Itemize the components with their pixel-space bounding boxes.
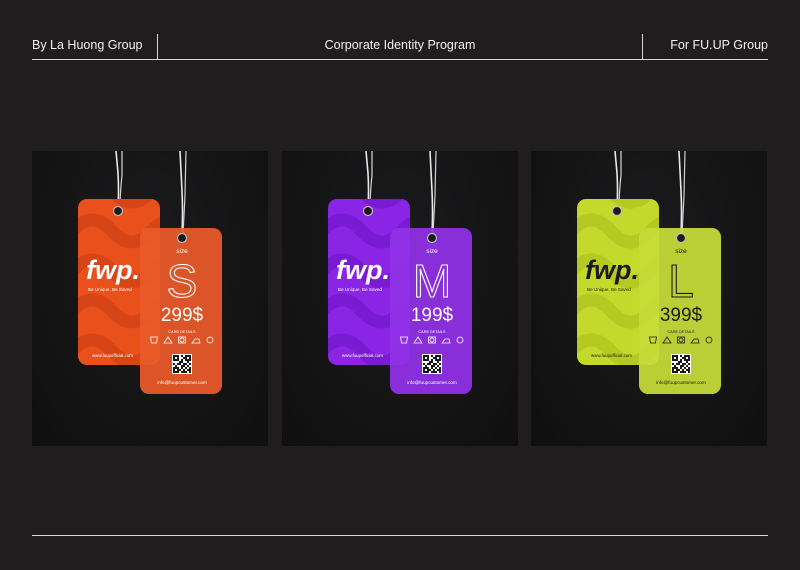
tag-mockup-panel-s: fwp. Be Unique, Be Saved www.fuupofficial.… xyxy=(32,151,268,446)
hang-tag-illustration: fwp. Be Unique, Be Saved www.fuupofficial.… xyxy=(328,151,472,394)
website-url: www.fuupofficial.com xyxy=(342,353,383,358)
hang-string xyxy=(115,151,120,208)
header-bar: By La Huong Group Corporate Identity Pro… xyxy=(32,34,768,60)
eyelet-icon xyxy=(611,205,623,217)
hang-string xyxy=(618,151,622,208)
hang-string xyxy=(432,151,437,234)
tag-mockup-panel-m: fwp. Be Unique, Be Saved www.fuupofficial.… xyxy=(282,151,518,446)
footer-rule xyxy=(32,535,768,536)
qr-code-icon xyxy=(671,354,691,374)
size-letter: L xyxy=(668,255,694,307)
size-tag: sizeM199$ CARE DETAILS info@fuupcustomer.c… xyxy=(390,228,472,394)
website-url: www.fuupofficial.com xyxy=(92,353,133,358)
hang-string xyxy=(119,151,123,208)
website-url: www.fuupofficial.com xyxy=(591,353,632,358)
brand-logo: fwp. xyxy=(86,255,140,285)
brand-tagline: Be Unique, Be Saved xyxy=(88,287,132,292)
client-label: For FU.UP Group xyxy=(670,38,768,52)
price-label: 199$ xyxy=(411,305,454,326)
hang-string xyxy=(681,151,686,234)
program-title: Corporate Identity Program xyxy=(324,38,476,52)
size-letter: M xyxy=(413,255,451,307)
brand-tagline: Be Unique, Be Saved xyxy=(587,287,631,292)
eyelet-icon xyxy=(176,232,188,244)
care-heading: CARE DETAILS xyxy=(418,330,446,334)
brand-logo: fwp. xyxy=(336,255,390,285)
contact-email: info@fuupcustomer.com xyxy=(157,380,207,385)
hang-string xyxy=(179,151,184,234)
size-caption: size xyxy=(176,248,188,255)
eyelet-icon xyxy=(362,205,374,217)
qr-code-icon xyxy=(422,354,442,374)
care-heading: CARE DETAILS xyxy=(667,330,695,334)
size-letter: S xyxy=(167,255,198,307)
hang-string xyxy=(678,151,683,234)
hang-string xyxy=(182,151,187,234)
header-divider-right xyxy=(642,34,643,60)
size-tag: sizeS299$ CARE DETAILS info@fuupcustomer.c… xyxy=(140,228,222,394)
price-label: 399$ xyxy=(660,305,703,326)
hang-string xyxy=(365,151,370,208)
size-tag: sizeL399$ CARE DETAILS info@fuupcustomer.c… xyxy=(639,228,721,394)
hang-string xyxy=(369,151,373,208)
contact-email: info@fuupcustomer.com xyxy=(656,380,706,385)
hang-tag-illustration: fwp. Be Unique, Be Saved www.fuupofficial.… xyxy=(577,151,721,394)
care-heading: CARE DETAILS xyxy=(168,330,196,334)
eyelet-icon xyxy=(675,232,687,244)
tag-mockup-panel-l: fwp. Be Unique, Be Saved www.fuupofficial.… xyxy=(531,151,767,446)
hang-string xyxy=(429,151,434,234)
size-caption: size xyxy=(675,248,687,255)
eyelet-icon xyxy=(426,232,438,244)
hang-string xyxy=(614,151,619,208)
header-rule xyxy=(32,59,768,60)
hang-tag-illustration: fwp. Be Unique, Be Saved www.fuupofficial.… xyxy=(78,151,222,394)
size-caption: size xyxy=(426,248,438,255)
eyelet-icon xyxy=(112,205,124,217)
contact-email: info@fuupcustomer.com xyxy=(407,380,457,385)
price-label: 299$ xyxy=(161,305,204,326)
qr-code-icon xyxy=(172,354,192,374)
brand-tagline: Be Unique, Be Saved xyxy=(338,287,382,292)
brand-logo: fwp. xyxy=(585,255,639,285)
